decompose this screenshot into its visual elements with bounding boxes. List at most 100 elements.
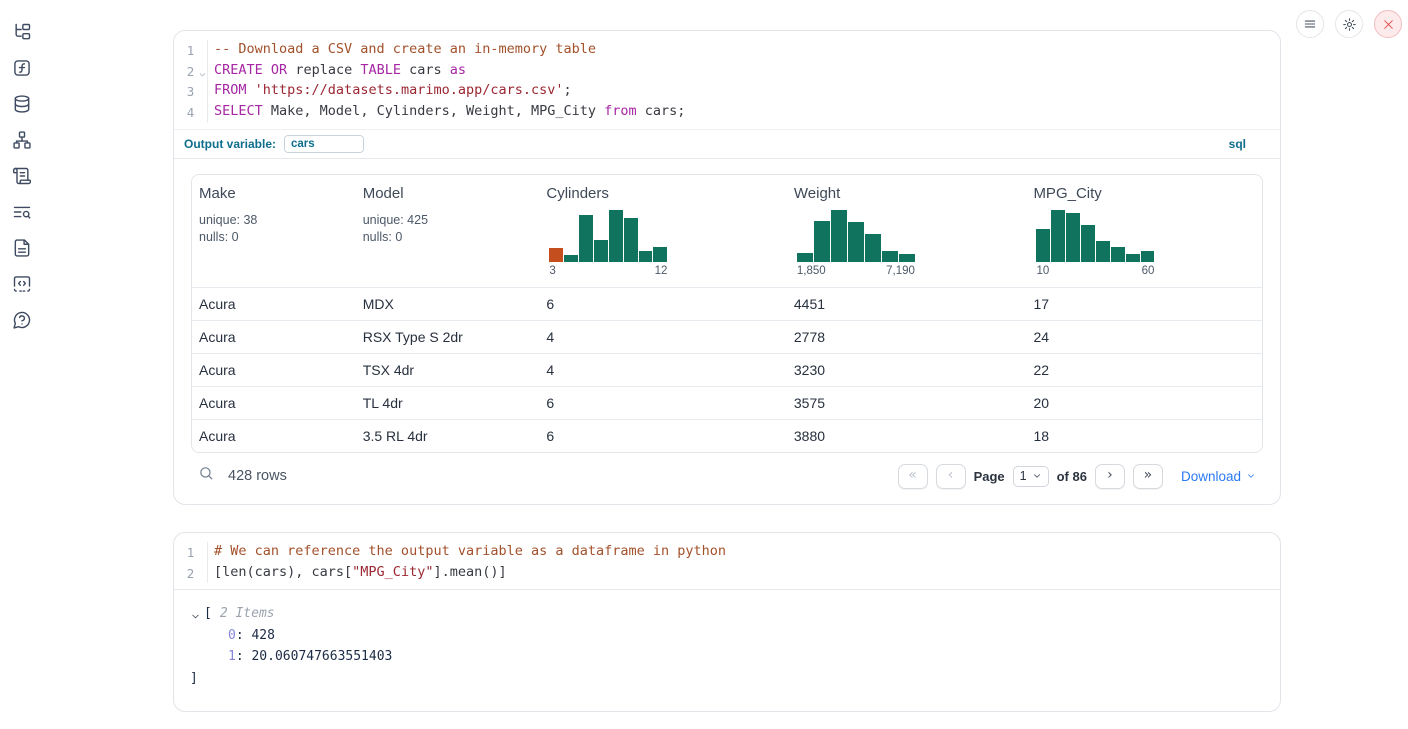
histogram-bar (831, 210, 847, 262)
table-row[interactable]: Acura3.5 RL 4dr6388018 (192, 419, 1262, 452)
code-line[interactable]: 2[len(cars), cars["MPG_City"].mean()] (174, 563, 1280, 584)
table-cell: Acura (192, 420, 356, 452)
table-cell: TSX 4dr (356, 354, 540, 386)
python-code-editor[interactable]: 1 # We can reference the output variable … (174, 533, 1280, 590)
table-cell: Acura (192, 288, 356, 320)
table-cell: 2778 (787, 321, 1027, 353)
table-cell: 4451 (787, 288, 1027, 320)
histogram-bar (814, 221, 830, 262)
code-text: # We can reference the output variable a… (214, 542, 726, 563)
histogram-axis-labels: 312 (549, 265, 667, 277)
fold-chevron-icon[interactable] (198, 65, 207, 74)
tree-entry-value: : 428 (236, 628, 275, 643)
line-number: 1 (174, 542, 208, 563)
tree-entry-value: : 20.060747663551403 (236, 649, 393, 664)
chevron-down-icon (1032, 471, 1042, 481)
first-page-button[interactable]: « (898, 464, 928, 489)
code-line[interactable]: 1-- Download a CSV and create an in-memo… (174, 40, 1280, 61)
table-cell: Acura (192, 321, 356, 353)
tree-root[interactable]: [ 2 Items (190, 603, 1280, 625)
table-cell: 3.5 RL 4dr (356, 420, 540, 452)
histogram-bar (1096, 241, 1110, 262)
column-name: Model (363, 185, 532, 202)
close-icon (1382, 18, 1395, 31)
download-button[interactable]: Download (1181, 469, 1256, 484)
prev-page-button[interactable]: ‹ (936, 464, 966, 489)
table-row[interactable]: AcuraTSX 4dr4323022 (192, 353, 1262, 386)
documentation-icon[interactable] (12, 238, 32, 258)
cell-output: Makeunique: 38nulls: 0Modelunique: 425nu… (174, 159, 1280, 489)
column-name: MPG_City (1033, 185, 1254, 202)
code-line[interactable]: 1 # We can reference the output variable … (174, 542, 1280, 563)
page-select-value: 1 (1020, 469, 1027, 483)
notebook-controls (1296, 10, 1402, 38)
output-variable-input[interactable] (284, 135, 364, 153)
histogram-bar (1111, 247, 1125, 262)
histogram-bar (594, 240, 608, 262)
code-text: SELECT Make, Model, Cylinders, Weight, M… (214, 102, 685, 123)
language-badge[interactable]: sql (1229, 137, 1246, 151)
histogram-bar (899, 254, 915, 262)
pagination: « ‹ Page 1 of 86 › » Download (898, 464, 1256, 489)
tree-entry-key: 0 (228, 628, 236, 643)
table-cell: 3880 (787, 420, 1027, 452)
datasources-icon[interactable] (12, 94, 32, 114)
table-row[interactable]: AcuraRSX Type S 2dr4277824 (192, 320, 1262, 353)
chevron-down-icon[interactable] (190, 608, 202, 620)
hamburger-icon (1303, 17, 1317, 31)
shutdown-button[interactable] (1374, 10, 1402, 38)
file-tree-icon[interactable] (12, 22, 32, 42)
table-cell: Acura (192, 354, 356, 386)
code-line[interactable]: 3FROM 'https://datasets.marimo.app/cars.… (174, 81, 1280, 102)
last-page-button[interactable]: » (1133, 464, 1163, 489)
output-variable-label: Output variable: (184, 137, 276, 151)
code-line[interactable]: 2CREATE OR replace TABLE cars as (174, 61, 1280, 82)
search-icon[interactable] (198, 465, 215, 487)
code-text: [len(cars), cars["MPG_City"].mean()] (214, 563, 507, 584)
line-number: 1 (174, 40, 208, 61)
table-cell: MDX (356, 288, 540, 320)
column-header-weight[interactable]: Weight1,8507,190 (787, 175, 1027, 287)
next-page-button[interactable]: › (1095, 464, 1125, 489)
code-text: CREATE OR replace TABLE cars as (214, 61, 466, 82)
snippets-icon[interactable] (12, 274, 32, 294)
table-footer: 428 rows « ‹ Page 1 of 86 › » Download (191, 453, 1263, 489)
table-cell: Acura (192, 387, 356, 419)
table-row[interactable]: AcuraTL 4dr6357520 (192, 386, 1262, 419)
table-cell: 22 (1026, 354, 1262, 386)
tree-entry: 1: 20.060747663551403 (190, 646, 1280, 668)
column-header-cylinders[interactable]: Cylinders312 (539, 175, 787, 287)
column-header-mpg_city[interactable]: MPG_City 1060 (1026, 175, 1262, 287)
output-tree: [ 2 Items 0: 428 1: 20.060747663551403 ] (174, 590, 1280, 689)
scratchpad-icon[interactable] (12, 166, 32, 186)
logs-icon[interactable] (12, 202, 32, 222)
histogram-bar (1081, 225, 1095, 262)
column-header-make[interactable]: Makeunique: 38nulls: 0 (192, 175, 356, 287)
histogram-bar (1036, 229, 1050, 262)
settings-button[interactable] (1335, 10, 1363, 38)
table-cell: 6 (539, 387, 787, 419)
histogram-bar (624, 218, 638, 262)
line-number: 4 (174, 102, 208, 123)
menu-button[interactable] (1296, 10, 1324, 38)
code-line[interactable]: 4 SELECT Make, Model, Cylinders, Weight, … (174, 102, 1280, 123)
table-cell: 6 (539, 288, 787, 320)
help-icon[interactable] (12, 310, 32, 330)
column-header-model[interactable]: Modelunique: 425nulls: 0 (356, 175, 540, 287)
variables-icon[interactable] (12, 58, 32, 78)
gear-icon (1342, 17, 1357, 32)
table-cell: 4 (539, 354, 787, 386)
histogram-bar (797, 253, 813, 262)
table-cell: 4 (539, 321, 787, 353)
column-name: Make (199, 185, 348, 202)
table-row[interactable]: AcuraMDX6445117 (192, 287, 1262, 320)
column-histogram: 1060 (1036, 210, 1154, 277)
row-count: 428 rows (228, 468, 287, 484)
tree-close-bracket: ] (190, 668, 1280, 690)
sql-code-editor[interactable]: 1-- Download a CSV and create an in-memo… (174, 31, 1280, 129)
download-label: Download (1181, 469, 1241, 484)
histogram-bar (564, 255, 578, 262)
dependency-graph-icon[interactable] (12, 130, 32, 150)
histogram-bar (1051, 210, 1065, 262)
page-select[interactable]: 1 (1013, 466, 1049, 487)
